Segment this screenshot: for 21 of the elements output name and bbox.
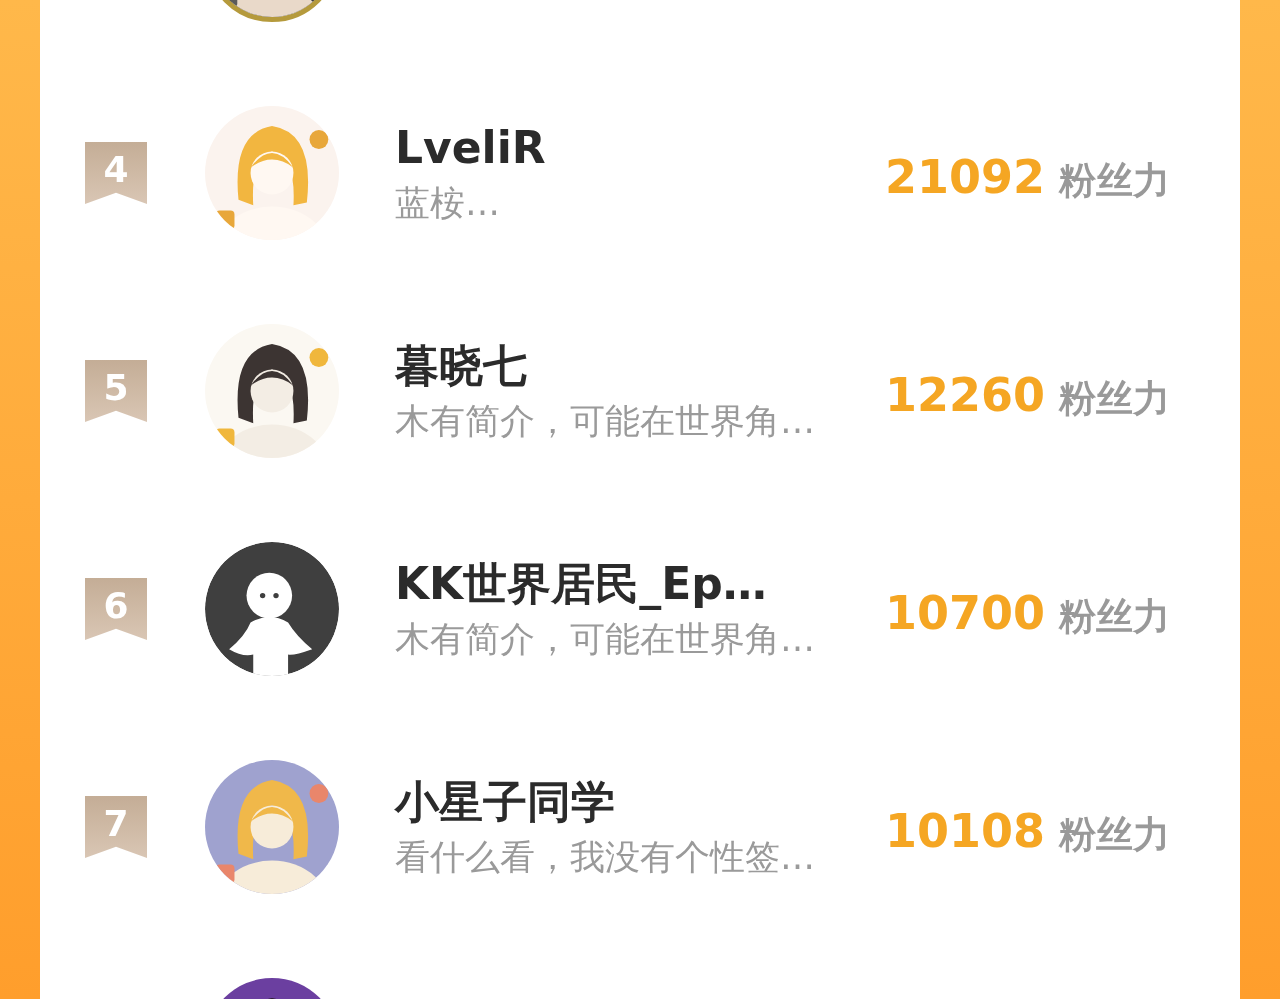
fan-score: 21092	[885, 150, 1046, 204]
rank-badge: 5	[85, 360, 147, 422]
rank-badge: 4	[85, 142, 147, 204]
rank-badge: 7	[85, 796, 147, 858]
score-unit: 粉丝力	[1059, 812, 1171, 858]
fan-score: 12260	[885, 368, 1046, 422]
score-unit: 粉丝力	[1059, 376, 1171, 422]
user-name: 暮晓七	[395, 339, 527, 393]
user-name: KK世界居民_Ep…	[395, 557, 767, 611]
score-unit: 粉丝力	[1059, 158, 1171, 204]
user-bio: 蓝桉…	[395, 182, 501, 225]
default-avatar-icon	[205, 542, 339, 676]
fan-score: 10700	[885, 586, 1046, 640]
user-bio: 木有简介，可能在世界角…	[395, 400, 816, 443]
score-unit: 粉丝力	[1059, 594, 1171, 640]
user-bio: 看什么看，我没有个性签…	[395, 836, 816, 879]
rank-badge: 6	[85, 578, 147, 640]
user-name: 小星子同学	[395, 775, 615, 829]
fan-score: 10108	[885, 804, 1046, 858]
user-bio: 木有简介，可能在世界角…	[395, 618, 816, 661]
user-name: LveliR	[395, 121, 546, 175]
